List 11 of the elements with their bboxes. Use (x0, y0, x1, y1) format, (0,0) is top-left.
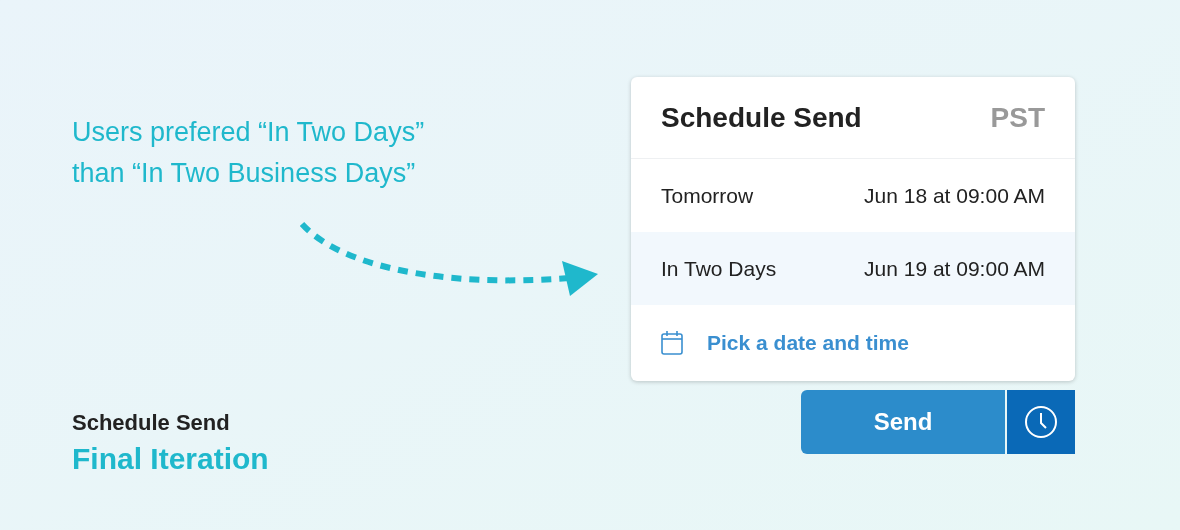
schedule-option[interactable]: In Two Days Jun 19 at 09:00 AM (631, 232, 1075, 305)
schedule-button[interactable] (1007, 390, 1075, 454)
panel-title: Schedule Send (661, 100, 862, 135)
send-button[interactable]: Send (801, 390, 1005, 454)
clock-icon (1024, 405, 1058, 439)
caption-title: Schedule Send (72, 409, 231, 437)
timezone-label: PST (990, 100, 1045, 135)
caption-subtitle: Final Iteration (72, 441, 270, 477)
schedule-option[interactable]: Tomorrow Jun 18 at 09:00 AM (631, 159, 1075, 232)
note-text: Users prefered “In Two Days” than “In Two Business Days” (72, 116, 426, 190)
calendar-icon (661, 331, 683, 355)
